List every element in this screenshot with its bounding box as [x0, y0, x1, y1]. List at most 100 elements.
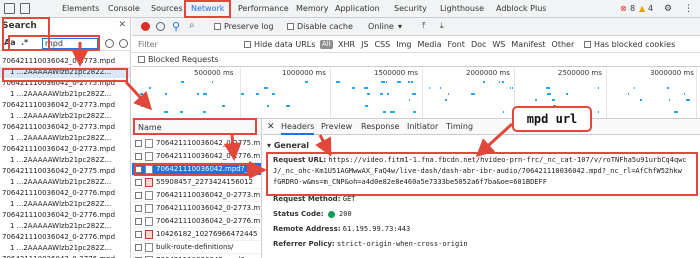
- disable-cache-checkbox[interactable]: Disable cache: [287, 22, 353, 31]
- request-row[interactable]: 706421110036042.mpd?_nc: [132, 254, 261, 258]
- name-column-header[interactable]: Name: [138, 123, 162, 132]
- search-result-match[interactable]: 1 ...2AAAAAWlzb21pc282Z...: [0, 199, 130, 210]
- blocked-cookies-checkbox[interactable]: Has blocked cookies: [584, 40, 675, 49]
- match-case-toggle[interactable]: Aa: [4, 38, 16, 47]
- filter-type-font[interactable]: Font: [448, 40, 465, 49]
- chevron-down-icon[interactable]: ▾: [398, 22, 402, 31]
- document-file-icon: [145, 138, 153, 148]
- request-row[interactable]: 706421110036042_0-2775.m: [132, 137, 261, 150]
- throttling-select[interactable]: Online: [368, 22, 394, 31]
- regex-toggle[interactable]: .*: [21, 38, 28, 47]
- search-result-file[interactable]: 706421110036042_0-2773.mpd: [0, 144, 130, 155]
- row-checkbox[interactable]: [135, 217, 142, 225]
- close-icon[interactable]: ✕: [118, 20, 126, 30]
- filter-type-other[interactable]: Other: [552, 40, 575, 49]
- request-url-value-line2[interactable]: J/_nc_ohc-Km1U51AGMwwAX_FaQ4w/live-dash/…: [273, 167, 682, 175]
- more-options-icon[interactable]: ⋮: [684, 4, 693, 14]
- search-result-match[interactable]: 1 ...2AAAAAWlzb21pc282Z...: [0, 243, 130, 254]
- search-result-match[interactable]: 1 ...2AAAAAWlzb21pc282Z...: [0, 89, 130, 100]
- filter-type-media[interactable]: Media: [417, 40, 441, 49]
- filter-type-xhr[interactable]: XHR: [338, 40, 355, 49]
- row-checkbox[interactable]: [135, 230, 142, 238]
- search-result-file[interactable]: 706421110036042_0-2773.mpd: [0, 100, 130, 111]
- tab-initiator[interactable]: Initiator: [407, 119, 438, 135]
- filter-type-img[interactable]: Img: [396, 40, 411, 49]
- blocked-requests-checkbox[interactable]: Blocked Requests: [138, 55, 219, 64]
- filter-icon[interactable]: ⚲: [172, 20, 180, 33]
- search-result-file[interactable]: 706421110036042_0-2776.mpd: [0, 232, 130, 243]
- request-row[interactable]: 706421110036042_0-2773.m: [132, 202, 261, 215]
- request-url-value-line3[interactable]: fGRDRO-w&ms=m_CNP&oh=a4d0e82e8e460a5e733…: [273, 178, 547, 186]
- tab-adblock-plus[interactable]: Adblock Plus: [496, 0, 546, 18]
- search-result-file[interactable]: 706421110036042_0-2775.mpd: [0, 166, 130, 177]
- search-result-match[interactable]: 1 ...2AAAAAWlzb21pc282Z...: [0, 221, 130, 232]
- search-result-file[interactable]: 706421110036042_0-2773.mpd: [0, 122, 130, 133]
- row-checkbox[interactable]: [135, 178, 142, 186]
- warning-icon[interactable]: ▲: [639, 4, 645, 14]
- inspect-element-icon[interactable]: [4, 3, 15, 14]
- row-checkbox[interactable]: [135, 191, 142, 199]
- request-row[interactable]: 706421110036042_0-2776.m: [132, 215, 261, 228]
- tab-headers[interactable]: Headers: [281, 119, 315, 135]
- tab-console[interactable]: Console: [108, 0, 140, 18]
- tab-sources[interactable]: Sources: [151, 0, 183, 18]
- network-overview-timeline[interactable]: 500000 ms 1000000 ms 1500000 ms 2000000 …: [132, 67, 700, 119]
- row-checkbox[interactable]: [135, 204, 142, 212]
- row-checkbox[interactable]: [135, 139, 142, 147]
- hide-data-urls-checkbox[interactable]: Hide data URLs: [244, 40, 315, 49]
- search-result-match[interactable]: 1 ...2AAAAAWlzb21pc282Z...: [0, 67, 130, 78]
- tab-application[interactable]: Application: [335, 0, 380, 18]
- tab-security[interactable]: Security: [394, 0, 427, 18]
- search-result-file[interactable]: 706421110036042_0-2776.mpd: [0, 188, 130, 199]
- clear-log-icon[interactable]: [156, 22, 165, 31]
- general-section-toggle[interactable]: ▾ General: [267, 141, 309, 150]
- gear-icon[interactable]: ⚙: [664, 4, 672, 14]
- request-row[interactable]: bulk-route-definitions/: [132, 241, 261, 254]
- tab-response[interactable]: Response: [361, 119, 399, 135]
- close-icon[interactable]: ✕: [267, 119, 275, 135]
- filter-type-css[interactable]: CSS: [375, 40, 391, 49]
- tab-preview[interactable]: Preview: [321, 119, 352, 135]
- request-list-header[interactable]: Name: [132, 119, 261, 135]
- row-checkbox[interactable]: [135, 165, 142, 173]
- request-row[interactable]: 10426182_10276966472445: [132, 228, 261, 241]
- device-toolbar-icon[interactable]: [20, 3, 30, 14]
- request-row[interactable]: 706421110036042_0-2776.m: [132, 150, 261, 163]
- search-result-match[interactable]: 1 ...2AAAAAWlzb21pc282Z...: [0, 111, 130, 122]
- filter-type-manifest[interactable]: Manifest: [511, 40, 545, 49]
- record-icon[interactable]: [141, 22, 150, 31]
- timeline-activity-mark: [271, 93, 275, 95]
- search-result-file[interactable]: 706421110036042_0-2773.mpd: [0, 56, 130, 67]
- tab-memory[interactable]: Memory: [296, 0, 329, 18]
- search-icon[interactable]: ⌕: [189, 20, 195, 31]
- preserve-log-checkbox[interactable]: Preserve log: [214, 22, 274, 31]
- export-har-icon[interactable]: ⤓: [440, 21, 444, 31]
- tab-timing[interactable]: Timing: [446, 119, 473, 135]
- error-icon[interactable]: ⊗: [620, 4, 627, 14]
- tab-performance[interactable]: Performance: [238, 0, 289, 18]
- search-result-match[interactable]: 1 ...2AAAAAWlzb21pc282Z...: [0, 177, 130, 188]
- filter-type-all[interactable]: All: [320, 39, 333, 49]
- request-row[interactable]: 706421110036042.mpd?_nc: [132, 163, 261, 176]
- search-result-match[interactable]: 1 ...2AAAAAWlzb21pc282Z...: [0, 133, 130, 144]
- tab-lighthouse[interactable]: Lighthouse: [440, 0, 484, 18]
- request-row[interactable]: 55908457_2273424156012: [132, 176, 261, 189]
- filter-type-ws[interactable]: WS: [492, 40, 505, 49]
- tab-network[interactable]: Network: [191, 0, 225, 18]
- clear-icon[interactable]: [119, 39, 128, 48]
- filter-type-js[interactable]: JS: [361, 40, 368, 49]
- search-result-file[interactable]: 706421110036042_0-2775.mpd: [0, 78, 130, 89]
- request-row[interactable]: 706421110036042_0-2773.m: [132, 189, 261, 202]
- import-har-icon[interactable]: ⤒: [422, 21, 426, 31]
- request-url-value-line1[interactable]: https://video.fitm1-1.fna.fbcdn.net/hvid…: [328, 156, 686, 164]
- search-input[interactable]: [42, 38, 98, 49]
- refresh-icon[interactable]: [105, 39, 114, 48]
- row-checkbox[interactable]: [135, 243, 142, 251]
- filter-type-doc[interactable]: Doc: [471, 40, 486, 49]
- tab-elements[interactable]: Elements: [62, 0, 99, 18]
- search-result-file[interactable]: 706421110036042_0-2776.mpd: [0, 254, 130, 258]
- filter-input[interactable]: [138, 39, 238, 50]
- search-result-match[interactable]: 1 ...2AAAAAWlzb21pc282Z...: [0, 155, 130, 166]
- search-result-file[interactable]: 706421110036042_0-2776.mpd: [0, 210, 130, 221]
- row-checkbox[interactable]: [135, 152, 142, 160]
